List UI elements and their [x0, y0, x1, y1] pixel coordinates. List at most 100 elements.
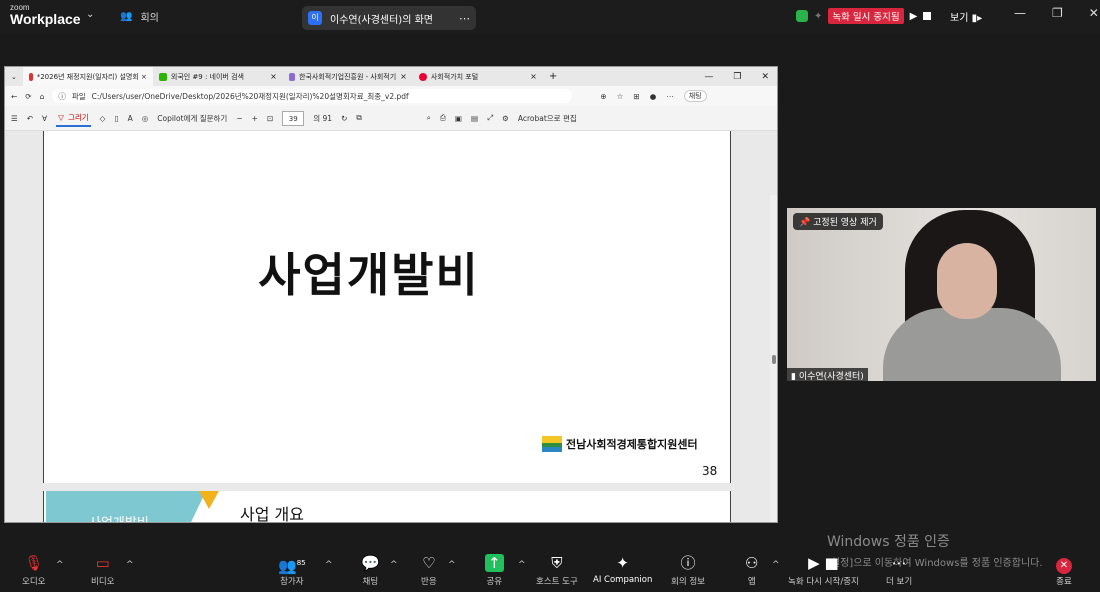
close-icon[interactable]: × — [270, 72, 277, 81]
slide-page-number: 38 — [702, 464, 718, 478]
record-button[interactable]: ▶ ■ 녹화 다시 시작/중지 — [788, 554, 859, 587]
two-page-icon[interactable]: ⧉ — [356, 113, 361, 123]
save-icon[interactable]: ▣ — [455, 114, 462, 123]
reactions-caret[interactable]: ^ — [448, 560, 456, 570]
back-icon[interactable]: ← — [11, 92, 17, 101]
close-icon[interactable]: ✕ — [1089, 6, 1099, 20]
chat-icon: 💬 — [361, 554, 380, 572]
watermark-text: [설정]으로 이동하여 Windows를 정품 인증합니다. — [827, 558, 1043, 569]
naver-icon — [158, 72, 167, 81]
more-options-icon[interactable]: ⋯ — [459, 12, 470, 25]
fit-page-icon[interactable]: ⊡ — [267, 114, 273, 123]
more-button[interactable]: ⋯ 더 보기 — [886, 554, 912, 587]
video-button[interactable]: ▭ 비디오 — [91, 554, 114, 587]
org-name: 전남사회적경제통합지원센터 — [566, 438, 698, 451]
refresh-icon[interactable]: ⟳ — [25, 92, 31, 101]
home-icon[interactable]: ⌂ — [40, 92, 45, 101]
participants-icon: 👥85 — [278, 557, 306, 575]
more-icon[interactable]: ⋯ — [666, 92, 674, 101]
restore-icon[interactable]: ❐ — [733, 72, 741, 82]
video-label: 비디오 — [91, 577, 115, 587]
participant-video[interactable]: 📌 고정된 영상 제거 ▮ 이수연(사경센터) — [787, 208, 1096, 381]
host-tools-button[interactable]: ⛨ 호스트 도구 — [536, 554, 578, 587]
page-view-icon[interactable]: ▯ — [114, 114, 118, 123]
reactions-button[interactable]: ♡ 반응 — [421, 554, 437, 587]
video-options-caret[interactable]: ^ — [126, 560, 134, 570]
copilot-ask-button[interactable]: Copilot에게 질문하기 — [157, 113, 227, 124]
share-button[interactable]: ↑ 공유 — [485, 554, 504, 587]
print-icon[interactable]: ⎙ — [440, 113, 446, 123]
ai-companion-button[interactable]: ✦ AI Companion — [593, 554, 652, 585]
zoom-in-icon[interactable]: + — [252, 114, 258, 123]
new-tab-icon[interactable]: + — [543, 71, 563, 82]
participant-name: 이수연(사경센터) — [798, 372, 864, 381]
chevron-down-icon[interactable]: ⌄ — [86, 9, 94, 20]
chat-caret[interactable]: ^ — [390, 560, 398, 570]
chat-button[interactable]: 💬 채팅 — [361, 554, 380, 587]
close-icon[interactable]: × — [400, 72, 407, 81]
recording-area: ✦ 녹화 일시 중지됨 ▶ — [796, 8, 932, 24]
meeting-info-button[interactable]: ⓘ 회의 정보 — [671, 554, 705, 587]
zoom-out-icon[interactable]: − — [236, 114, 242, 123]
participants-label: 참가자 — [280, 577, 304, 587]
restore-icon[interactable]: ❐ — [1052, 6, 1063, 20]
stop-record-icon[interactable] — [923, 12, 932, 20]
scroll-thumb[interactable] — [772, 355, 776, 364]
audio-button[interactable]: 🎙 오디오 — [22, 554, 45, 587]
audio-options-caret[interactable]: ^ — [56, 560, 64, 570]
apps-button[interactable]: ⚇ 앱 — [745, 554, 758, 587]
draw-button[interactable]: ▽ 그리기 — [56, 110, 91, 127]
zoom-icon[interactable]: ⊕ — [600, 92, 606, 101]
reactions-label: 반응 — [421, 577, 437, 587]
pdf-viewport[interactable]: 사업개발비 전남사회적경제통합지원센터 38 사업개발비 사업 개요 ✎ — [5, 131, 777, 522]
screen-share-indicator[interactable]: 이 이수연(사경센터)의 화면 ⋯ — [302, 6, 476, 30]
copilot-icon[interactable]: ◎ — [142, 114, 149, 123]
url-bar[interactable]: ⓘ 파일 C:/Users/user/OneDrive/Desktop/2026… — [52, 89, 573, 103]
info-icon: ⓘ — [680, 554, 696, 572]
rotate-icon[interactable]: ↻ — [341, 114, 347, 123]
tab-label: 외국인 #9 : 네이버 검색 — [170, 72, 244, 81]
share-caret[interactable]: ^ — [518, 560, 526, 570]
tab-socialvalue[interactable]: 사회적가치 포털 × — [413, 67, 543, 86]
close-icon[interactable]: ✕ — [761, 72, 769, 82]
pdf-icon — [28, 72, 33, 81]
fullscreen-icon[interactable]: ⤢ — [487, 113, 493, 123]
tab-naver[interactable]: 외국인 #9 : 네이버 검색 × — [153, 67, 283, 86]
resume-record-icon[interactable]: ▶ — [910, 11, 918, 22]
favorite-icon[interactable]: ☆ — [617, 92, 624, 101]
minimize-icon[interactable]: — — [1014, 6, 1026, 20]
save-as-icon[interactable]: ▤ — [471, 114, 478, 123]
undo-icon[interactable]: ↶ — [27, 114, 33, 123]
settings-icon[interactable]: ⚙ — [502, 114, 509, 123]
unpin-video-button[interactable]: 📌 고정된 영상 제거 — [793, 213, 883, 230]
acrobat-edit-button[interactable]: Acrobat으로 편집 — [518, 113, 577, 124]
participants-caret[interactable]: ^ — [325, 560, 333, 570]
vertical-scrollbar[interactable] — [770, 195, 777, 522]
search-icon[interactable]: ⌕ — [427, 113, 431, 123]
record-controls-icon: ▶ ■ — [808, 554, 839, 572]
copilot-chat-button[interactable]: 채팅 — [683, 90, 707, 102]
close-icon[interactable]: × — [530, 72, 537, 81]
meeting-menu[interactable]: 👥 회의 — [120, 9, 159, 24]
read-aloud-icon[interactable]: A — [128, 114, 133, 123]
view-button[interactable]: 보기 ▮▸ — [950, 9, 982, 24]
apps-icon: ⚇ — [745, 554, 759, 572]
more-icon: ⋯ — [891, 554, 907, 572]
contents-icon[interactable]: ☰ — [11, 114, 18, 123]
end-meeting-button[interactable]: ✕ 종료 — [1056, 554, 1072, 587]
participants-button[interactable]: 👥85 참가자 — [278, 554, 306, 587]
pdf-next-page: 사업개발비 사업 개요 — [43, 491, 731, 522]
tab-actions-icon[interactable]: ⌄ — [5, 73, 23, 81]
eraser-icon[interactable]: ◇ — [100, 114, 106, 123]
highlight-icon[interactable]: ∀ — [42, 114, 47, 123]
profile-icon[interactable]: ● — [650, 92, 657, 101]
person-body — [883, 308, 1061, 381]
extensions-icon[interactable]: ⊞ — [633, 92, 639, 101]
minimize-icon[interactable]: — — [704, 72, 713, 82]
share-label: 공유 — [486, 577, 503, 587]
page-number-input[interactable]: 39 — [282, 110, 305, 126]
participants-count: 85 — [296, 559, 306, 567]
tab-pdf[interactable]: *2026년 재정지원(일자리) 설명회 × — [22, 67, 153, 86]
tab-socialenterprise[interactable]: 한국사회적기업진흥원 - 사회적기 × — [283, 67, 413, 86]
apps-caret[interactable]: ^ — [772, 560, 780, 570]
